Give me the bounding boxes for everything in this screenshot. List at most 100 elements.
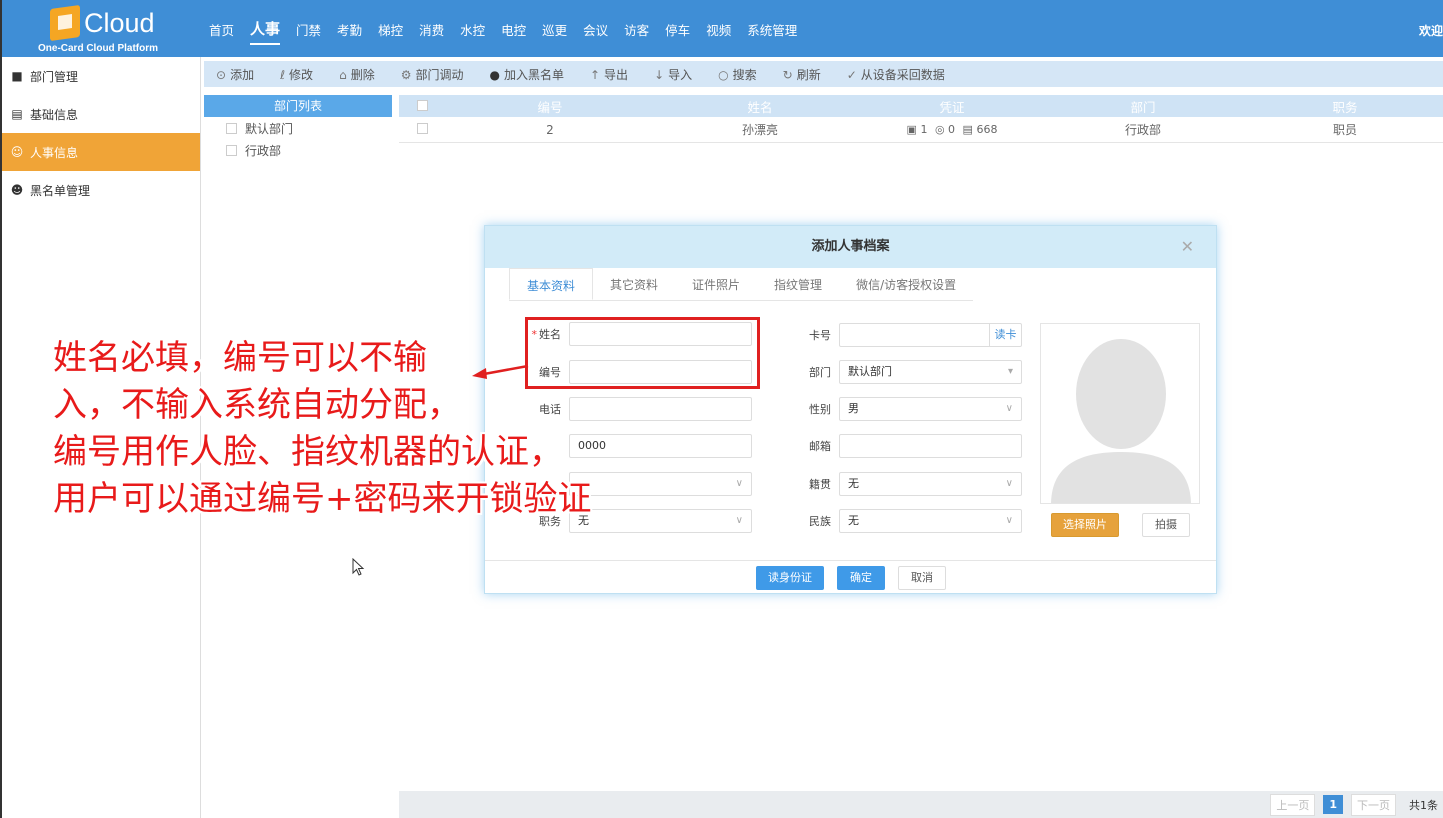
column-header-position[interactable]: 职务 (1247, 97, 1443, 116)
annotation-line: 用户可以通过编号+密码来开锁验证 (53, 479, 592, 519)
search-button[interactable]: ○ 搜索 (718, 66, 757, 83)
sidebar-item-blacklist[interactable]: ☻ 黑名单管理 (2, 171, 200, 209)
cell-position: 职员 (1332, 123, 1357, 137)
origin-select[interactable]: 无 ∨ (839, 472, 1022, 496)
welcome-text: 欢迎 (1418, 24, 1443, 38)
origin-row: 籍贯 无 ∨ (785, 472, 1022, 496)
dept-select[interactable]: 默认部门 ▾ (839, 360, 1022, 384)
nav-consume[interactable]: 消费 (419, 20, 444, 45)
prev-page-button[interactable]: 上一页 (1270, 793, 1316, 816)
fetch-device-button[interactable]: ✓ 从设备采回数据 (847, 66, 945, 83)
delete-button[interactable]: ⌂ 删除 (339, 66, 375, 83)
annotation-line: 入，不输入系统自动分配， (53, 385, 461, 425)
gender-select[interactable]: 男 ∨ (839, 397, 1022, 421)
department-item[interactable]: 默认部门 (204, 117, 392, 139)
nav-attendance[interactable]: 考勤 (337, 20, 362, 45)
card-label: 卡号 (809, 329, 831, 342)
close-icon[interactable]: ✕ (1181, 226, 1194, 268)
cube-logo-icon (50, 4, 80, 42)
trash-icon: ⌂ (339, 67, 347, 82)
pagination: 上一页 1 下一页 共1条 (399, 791, 1443, 818)
confirm-button[interactable]: 确定 (837, 566, 885, 590)
sidebar-item-label: 人事信息 (30, 145, 79, 160)
card-field[interactable]: 读卡 (839, 323, 1022, 347)
nav-system[interactable]: 系统管理 (747, 20, 797, 45)
tab-other-info[interactable]: 其它资料 (593, 268, 675, 300)
nav-meeting[interactable]: 会议 (583, 20, 608, 45)
import-button[interactable]: ↓ 导入 (654, 66, 692, 83)
cell-department: 行政部 (1124, 123, 1161, 137)
mouse-cursor-icon (352, 558, 365, 576)
alert-icon: ● (489, 67, 500, 82)
annotation-line: 姓名必填，编号可以不输 (53, 338, 427, 378)
dept-row: 部门 默认部门 ▾ (785, 360, 1022, 384)
nav-home[interactable]: 首页 (209, 20, 234, 45)
chevron-down-icon: ∨ (735, 515, 743, 526)
nav-parking[interactable]: 停车 (665, 20, 690, 45)
logo-text: Cloud (84, 8, 155, 38)
department-item[interactable]: 行政部 (204, 139, 392, 161)
table-row[interactable]: 2 孙漂亮 ▣ 1 ◎ 0 ▤ 668 行政部 职员 (399, 117, 1443, 143)
chevron-down-icon: ∨ (735, 478, 743, 489)
face-icon: ▣ (906, 123, 917, 136)
checkbox[interactable] (226, 122, 237, 134)
column-header-id[interactable]: 编号 (445, 97, 655, 116)
select-all-checkbox[interactable] (416, 99, 428, 111)
gender-value: 男 (848, 402, 859, 415)
annotation-line: 编号用作人脸、指纹机器的认证， (53, 432, 563, 472)
capture-button[interactable]: 拍摄 (1142, 513, 1190, 537)
tab-wechat-visitor[interactable]: 微信/访客授权设置 (839, 268, 973, 300)
sidebar-item-personnel[interactable]: ☺ 人事信息 (2, 133, 200, 171)
pencil-icon: ℓ (280, 67, 286, 82)
department-item-label: 行政部 (245, 143, 282, 158)
tab-id-photo[interactable]: 证件照片 (675, 268, 757, 300)
checkbox[interactable] (226, 144, 237, 156)
nav-video[interactable]: 视频 (706, 20, 731, 45)
row-checkbox[interactable] (416, 122, 428, 134)
tab-basic-info[interactable]: 基本资料 (509, 268, 594, 300)
nav-access[interactable]: 门禁 (296, 20, 321, 45)
sidebar-item-label: 黑名单管理 (30, 183, 91, 198)
chevron-down-icon: ∨ (1005, 403, 1013, 414)
edit-button[interactable]: ℓ 修改 (280, 66, 313, 83)
next-page-button[interactable]: 下一页 (1351, 793, 1396, 816)
toolbar: ⊙ 添加 ℓ 修改 ⌂ 删除 ⚙ 部门调动 ● 加入黑名单 ↑ 导出 ↓ 导入 ○ 搜索 ↻ 刷新… (204, 61, 1443, 87)
choose-photo-button[interactable]: 选择照片 (1051, 513, 1119, 537)
nation-value: 无 (848, 514, 859, 527)
gear-icon: ⚙ (400, 67, 412, 82)
add-button[interactable]: ⊙ 添加 (216, 66, 254, 83)
nav-water[interactable]: 水控 (460, 20, 485, 45)
nation-label: 民族 (809, 515, 831, 528)
page-number-button[interactable]: 1 (1323, 795, 1343, 814)
tab-fingerprint[interactable]: 指纹管理 (757, 268, 839, 300)
list-icon: ▤ (11, 107, 23, 121)
export-button[interactable]: ↑ 导出 (590, 66, 628, 83)
cancel-button[interactable]: 取消 (898, 566, 946, 590)
nav-personnel[interactable]: 人事 (250, 18, 281, 45)
blacklist-button[interactable]: ● 加入黑名单 (489, 66, 564, 83)
transfer-button[interactable]: ⚙ 部门调动 (401, 66, 464, 83)
person-icon: ☺ (10, 145, 24, 159)
cell-id: 2 (546, 122, 554, 137)
nation-select[interactable]: 无 ∨ (839, 509, 1022, 533)
gender-label: 性别 (809, 403, 831, 416)
email-field[interactable] (839, 434, 1022, 458)
refresh-button[interactable]: ↻ 刷新 (783, 66, 821, 83)
arrow-down-icon: ↓ (654, 67, 665, 82)
dialog-tabs: 基本资料 其它资料 证件照片 指纹管理 微信/访客授权设置 (509, 268, 974, 301)
search-icon: ○ (718, 67, 729, 82)
nav-electric[interactable]: 电控 (501, 20, 526, 45)
avatar-silhouette-icon (1051, 339, 1191, 503)
nav-visitor[interactable]: 访客 (624, 20, 649, 45)
read-id-button[interactable]: 读身份证 (756, 566, 824, 590)
column-header-credential[interactable]: 凭证 (865, 97, 1039, 116)
column-header-department[interactable]: 部门 (1039, 97, 1247, 116)
read-card-button[interactable]: 读卡 (989, 324, 1021, 346)
nav-patrol[interactable]: 巡更 (542, 20, 567, 45)
sidebar-item-basic-info[interactable]: ▤ 基础信息 (2, 95, 200, 133)
column-header-name[interactable]: 姓名 (655, 97, 865, 116)
fingerprint-icon: ◎ (934, 123, 945, 136)
sidebar-item-department[interactable]: ■ 部门管理 (2, 57, 200, 95)
dialog-footer (485, 560, 1216, 561)
nav-elevator[interactable]: 梯控 (378, 20, 403, 45)
